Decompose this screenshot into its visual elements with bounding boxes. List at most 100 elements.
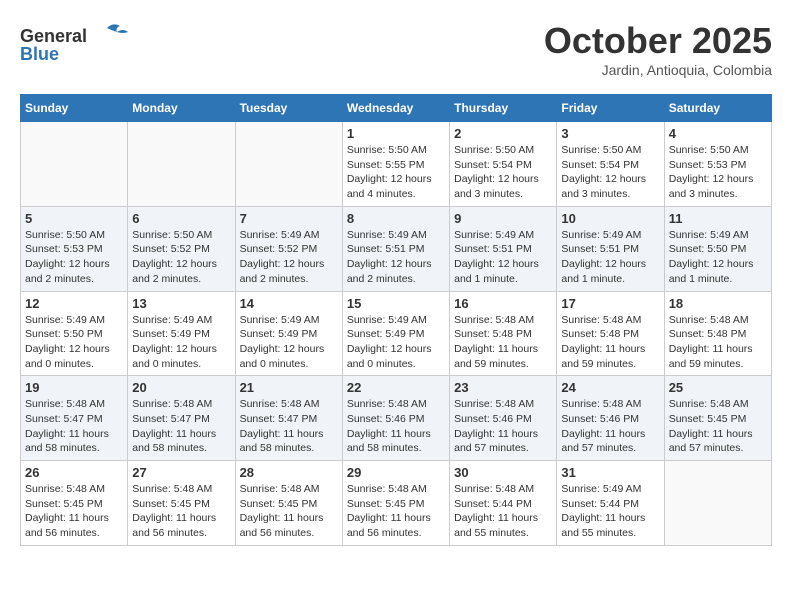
day-info: Sunrise: 5:49 AMSunset: 5:49 PMDaylight:… [347, 313, 445, 372]
weekday-header-saturday: Saturday [664, 95, 771, 122]
day-info: Sunrise: 5:49 AMSunset: 5:49 PMDaylight:… [132, 313, 230, 372]
calendar-cell: 13 Sunrise: 5:49 AMSunset: 5:49 PMDayligh… [128, 291, 235, 376]
calendar-cell: 23 Sunrise: 5:48 AMSunset: 5:46 PMDayligh… [450, 376, 557, 461]
calendar-cell: 14Sunrise: 5:49 AMSunset: 5:49 PMDayligh… [235, 291, 342, 376]
day-number: 21 [240, 380, 338, 395]
day-number: 29 [347, 465, 445, 480]
calendar-cell [21, 122, 128, 207]
logo: General Blue [20, 20, 130, 70]
day-number: 28 [240, 465, 338, 480]
day-info: Sunrise: 5:48 AMSunset: 5:45 PMDaylight:… [669, 397, 767, 456]
day-info: Sunrise: 5:49 AMSunset: 5:50 PMDaylight:… [669, 228, 767, 287]
svg-text:Blue: Blue [20, 44, 59, 64]
calendar-cell: 24Sunrise: 5:48 AMSunset: 5:46 PMDayligh… [557, 376, 664, 461]
day-number: 19 [25, 380, 123, 395]
calendar-cell: 10Sunrise: 5:49 AMSunset: 5:51 PMDayligh… [557, 206, 664, 291]
day-info: Sunrise: 5:49 AMSunset: 5:50 PMDaylight:… [25, 313, 123, 372]
day-number: 26 [25, 465, 123, 480]
calendar-cell: 4 Sunrise: 5:50 AMSunset: 5:53 PMDaylight… [664, 122, 771, 207]
day-number: 11 [669, 211, 767, 226]
title-section: October 2025 Jardin, Antioquia, Colombia [544, 20, 772, 78]
day-info: Sunrise: 5:48 AMSunset: 5:44 PMDaylight:… [454, 482, 552, 541]
day-number: 31 [561, 465, 659, 480]
calendar-cell: 15 Sunrise: 5:49 AMSunset: 5:49 PMDayligh… [342, 291, 449, 376]
day-number: 22 [347, 380, 445, 395]
day-info: Sunrise: 5:50 AMSunset: 5:53 PMDaylight:… [669, 143, 767, 202]
day-info: Sunrise: 5:48 AMSunset: 5:47 PMDaylight:… [25, 397, 123, 456]
day-number: 17 [561, 296, 659, 311]
day-info: Sunrise: 5:48 AMSunset: 5:45 PMDaylight:… [240, 482, 338, 541]
day-number: 3 [561, 126, 659, 141]
page-header: General Blue October 2025 Jardin, Antioq… [20, 20, 772, 78]
day-number: 5 [25, 211, 123, 226]
calendar-cell: 12 Sunrise: 5:49 AMSunset: 5:50 PMDayligh… [21, 291, 128, 376]
calendar-cell: 3 Sunrise: 5:50 AMSunset: 5:54 PMDaylight… [557, 122, 664, 207]
day-info: Sunrise: 5:50 AMSunset: 5:52 PMDaylight:… [132, 228, 230, 287]
calendar-cell: 17Sunrise: 5:48 AMSunset: 5:48 PMDayligh… [557, 291, 664, 376]
calendar-cell: 25 Sunrise: 5:48 AMSunset: 5:45 PMDayligh… [664, 376, 771, 461]
calendar-cell: 29 Sunrise: 5:48 AMSunset: 5:45 PMDayligh… [342, 461, 449, 546]
day-number: 30 [454, 465, 552, 480]
day-info: Sunrise: 5:48 AMSunset: 5:47 PMDaylight:… [132, 397, 230, 456]
calendar-cell [235, 122, 342, 207]
day-number: 23 [454, 380, 552, 395]
day-info: Sunrise: 5:49 AMSunset: 5:51 PMDaylight:… [454, 228, 552, 287]
day-number: 13 [132, 296, 230, 311]
calendar-cell: 8Sunrise: 5:49 AMSunset: 5:51 PMDaylight… [342, 206, 449, 291]
calendar-cell: 30 Sunrise: 5:48 AMSunset: 5:44 PMDayligh… [450, 461, 557, 546]
day-info: Sunrise: 5:48 AMSunset: 5:48 PMDaylight:… [669, 313, 767, 372]
day-info: Sunrise: 5:48 AMSunset: 5:46 PMDaylight:… [561, 397, 659, 456]
calendar-cell: 16 Sunrise: 5:48 AMSunset: 5:48 PMDayligh… [450, 291, 557, 376]
calendar-cell [128, 122, 235, 207]
day-number: 4 [669, 126, 767, 141]
month-title: October 2025 [544, 20, 772, 62]
day-number: 15 [347, 296, 445, 311]
day-number: 12 [25, 296, 123, 311]
calendar-cell: 31 Sunrise: 5:49 AMSunset: 5:44 PMDayligh… [557, 461, 664, 546]
weekday-header-monday: Monday [128, 95, 235, 122]
day-info: Sunrise: 5:49 AMSunset: 5:44 PMDaylight:… [561, 482, 659, 541]
day-info: Sunrise: 5:50 AMSunset: 5:54 PMDaylight:… [561, 143, 659, 202]
calendar-cell: 21 Sunrise: 5:48 AMSunset: 5:47 PMDayligh… [235, 376, 342, 461]
day-info: Sunrise: 5:50 AMSunset: 5:54 PMDaylight:… [454, 143, 552, 202]
day-number: 18 [669, 296, 767, 311]
weekday-header-thursday: Thursday [450, 95, 557, 122]
day-number: 9 [454, 211, 552, 226]
calendar-cell: 7Sunrise: 5:49 AMSunset: 5:52 PMDaylight… [235, 206, 342, 291]
calendar-cell: 6 Sunrise: 5:50 AMSunset: 5:52 PMDaylight… [128, 206, 235, 291]
calendar-cell: 27 Sunrise: 5:48 AMSunset: 5:45 PMDayligh… [128, 461, 235, 546]
day-info: Sunrise: 5:48 AMSunset: 5:48 PMDaylight:… [454, 313, 552, 372]
day-info: Sunrise: 5:48 AMSunset: 5:47 PMDaylight:… [240, 397, 338, 456]
calendar-cell: 26 Sunrise: 5:48 AMSunset: 5:45 PMDayligh… [21, 461, 128, 546]
calendar-cell: 2 Sunrise: 5:50 AMSunset: 5:54 PMDaylight… [450, 122, 557, 207]
day-info: Sunrise: 5:48 AMSunset: 5:45 PMDaylight:… [132, 482, 230, 541]
calendar-cell: 18 Sunrise: 5:48 AMSunset: 5:48 PMDayligh… [664, 291, 771, 376]
day-number: 6 [132, 211, 230, 226]
day-number: 8 [347, 211, 445, 226]
calendar: SundayMondayTuesdayWednesdayThursdayFrid… [20, 94, 772, 546]
weekday-header-sunday: Sunday [21, 95, 128, 122]
day-number: 20 [132, 380, 230, 395]
calendar-cell: 1 Sunrise: 5:50 AMSunset: 5:55 PMDaylight… [342, 122, 449, 207]
day-number: 10 [561, 211, 659, 226]
calendar-cell: 19 Sunrise: 5:48 AMSunset: 5:47 PMDayligh… [21, 376, 128, 461]
day-info: Sunrise: 5:48 AMSunset: 5:45 PMDaylight:… [25, 482, 123, 541]
calendar-cell: 20 Sunrise: 5:48 AMSunset: 5:47 PMDayligh… [128, 376, 235, 461]
day-info: Sunrise: 5:50 AMSunset: 5:55 PMDaylight:… [347, 143, 445, 202]
calendar-cell: 9 Sunrise: 5:49 AMSunset: 5:51 PMDaylight… [450, 206, 557, 291]
day-info: Sunrise: 5:48 AMSunset: 5:45 PMDaylight:… [347, 482, 445, 541]
day-info: Sunrise: 5:48 AMSunset: 5:46 PMDaylight:… [347, 397, 445, 456]
day-number: 1 [347, 126, 445, 141]
calendar-cell [664, 461, 771, 546]
calendar-cell: 22 Sunrise: 5:48 AMSunset: 5:46 PMDayligh… [342, 376, 449, 461]
day-number: 25 [669, 380, 767, 395]
day-number: 7 [240, 211, 338, 226]
weekday-header-wednesday: Wednesday [342, 95, 449, 122]
day-info: Sunrise: 5:48 AMSunset: 5:46 PMDaylight:… [454, 397, 552, 456]
day-number: 16 [454, 296, 552, 311]
svg-text:General: General [20, 26, 87, 46]
day-number: 2 [454, 126, 552, 141]
weekday-header-friday: Friday [557, 95, 664, 122]
day-number: 27 [132, 465, 230, 480]
weekday-header-tuesday: Tuesday [235, 95, 342, 122]
